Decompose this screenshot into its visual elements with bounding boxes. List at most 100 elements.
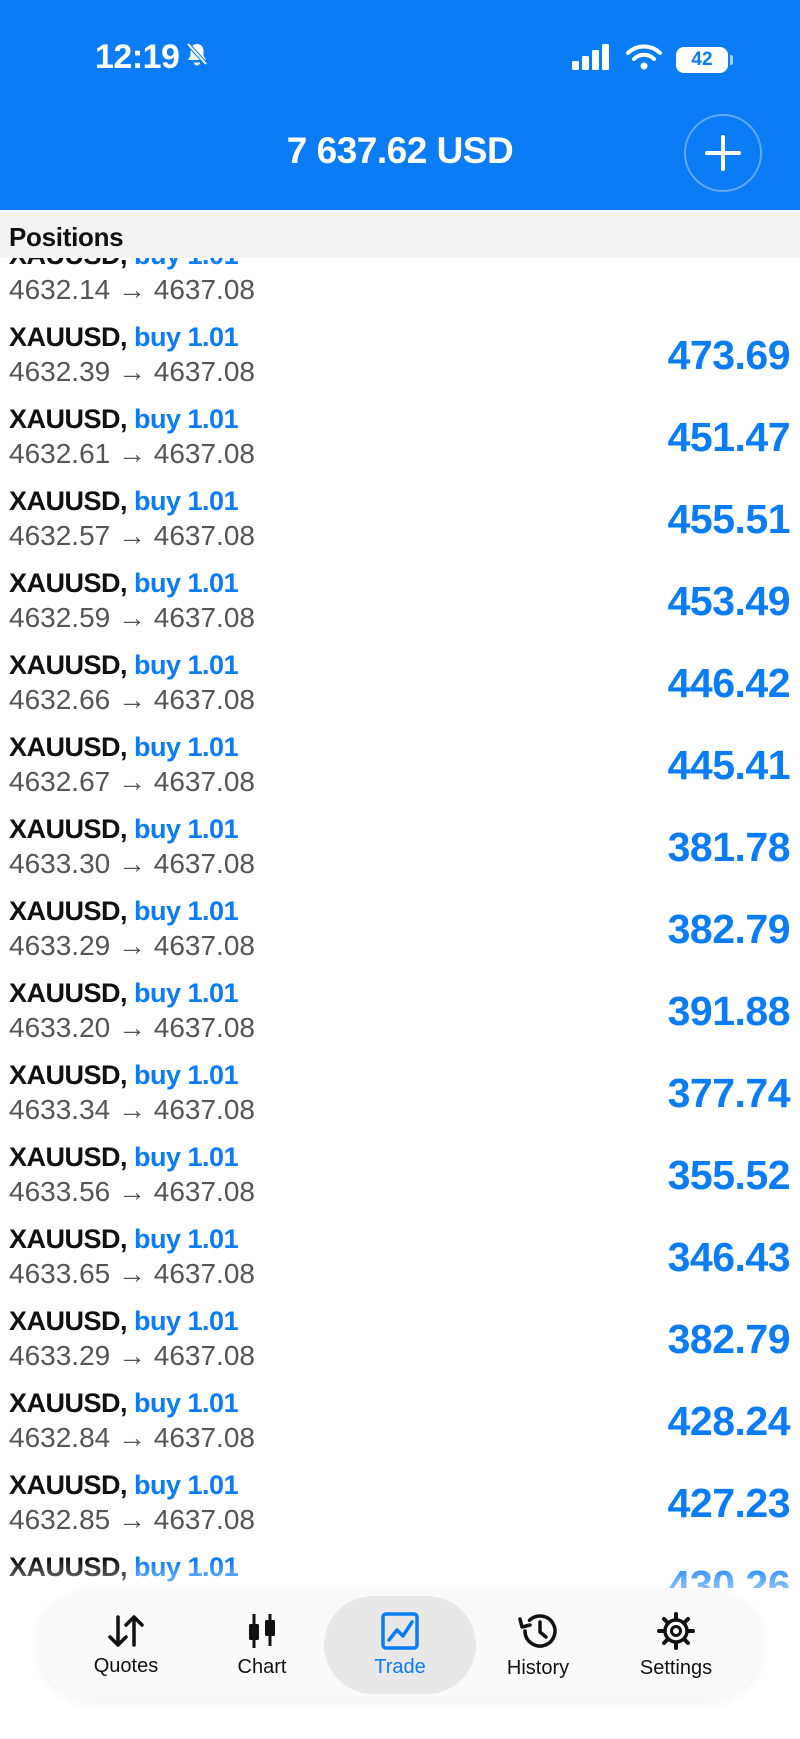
tab-trade[interactable]: Trade — [324, 1596, 476, 1694]
position-title: XAUUSD, buy 1.01 — [9, 1470, 239, 1501]
position-symbol: XAUUSD, — [9, 978, 128, 1008]
position-side-volume: buy 1.01 — [134, 896, 239, 926]
position-symbol: XAUUSD, — [9, 1224, 128, 1254]
position-row[interactable]: XAUUSD, buy 1.01 4633.65 → 4637.08 346.43 — [0, 1202, 800, 1289]
position-row[interactable]: XAUUSD, buy 1.01 4633.30 → 4637.08 381.78 — [0, 792, 800, 879]
positions-list[interactable]: XAUUSD, buy 1.014632.14 → 4637.08XAUUSD,… — [0, 258, 800, 1588]
quotes-arrows-icon — [108, 1614, 144, 1647]
position-title: XAUUSD, buy 1.01 — [9, 650, 239, 681]
status-time-text: 12:19 — [95, 38, 180, 76]
positions-section-header: Positions — [0, 210, 800, 258]
position-symbol: XAUUSD, — [9, 322, 128, 352]
position-row[interactable]: XAUUSD, buy 1.01 4632.59 → 4637.08 453.49 — [0, 546, 800, 633]
plus-icon — [705, 135, 741, 171]
position-side-volume: buy 1.01 — [134, 486, 239, 516]
position-profit: 382.79 — [667, 906, 791, 952]
position-side-volume: buy 1.01 — [134, 1306, 239, 1336]
position-side-volume: buy 1.01 — [134, 1224, 239, 1254]
position-title: XAUUSD, buy 1.01 — [9, 1388, 239, 1419]
history-clock-icon — [518, 1613, 557, 1648]
position-title: XAUUSD, buy 1.01 — [9, 486, 239, 517]
battery-level: 42 — [691, 48, 713, 70]
tab-label-quotes: Quotes — [93, 1654, 159, 1677]
position-side-volume: buy 1.01 — [134, 978, 239, 1008]
tab-settings[interactable]: Settings — [600, 1596, 752, 1694]
position-symbol: XAUUSD, — [9, 258, 128, 270]
position-title: XAUUSD, buy 1.01 — [9, 258, 239, 271]
position-profit: 446.42 — [667, 660, 791, 706]
candlestick-icon — [249, 1613, 275, 1648]
position-title: XAUUSD, buy 1.01 — [9, 1224, 239, 1255]
position-symbol: XAUUSD, — [9, 896, 128, 926]
position-row[interactable]: XAUUSD, buy 1.01 4633.29 → 4637.08 382.79 — [0, 1284, 800, 1371]
tab-label-trade: Trade — [374, 1655, 426, 1678]
status-bar-indicators: 42 — [572, 44, 733, 75]
position-title: XAUUSD, buy 1.01 — [9, 322, 239, 353]
position-side-volume: buy 1.01 — [134, 1060, 239, 1090]
position-side-volume: buy 1.01 — [134, 1142, 239, 1172]
position-profit: 382.79 — [667, 1316, 791, 1362]
position-side-volume: buy 1.01 — [134, 322, 239, 352]
app-header: 12:19 42 7 637.62 USD — [0, 0, 800, 210]
position-row[interactable]: XAUUSD, buy 1.01 4632.39 → 4637.08 473.69 — [0, 300, 800, 387]
tab-history[interactable]: History — [462, 1596, 614, 1694]
position-row[interactable]: XAUUSD, buy 1.01 4633.29 → 4637.08 382.79 — [0, 874, 800, 961]
position-row[interactable]: XAUUSD, buy 1.01 4632.85 → 4637.08 427.23 — [0, 1448, 800, 1535]
position-side-volume: buy 1.01 — [134, 258, 239, 270]
position-side-volume: buy 1.01 — [134, 1470, 239, 1500]
position-symbol: XAUUSD, — [9, 1306, 128, 1336]
tab-bar: Quotes Chart Trade History Settings — [38, 1590, 762, 1700]
tab-quotes[interactable]: Quotes — [50, 1596, 202, 1694]
position-profit: 381.78 — [667, 824, 791, 870]
position-symbol: XAUUSD, — [9, 568, 128, 598]
position-row[interactable]: XAUUSD, buy 1.01 4632.66 → 4637.08 446.42 — [0, 628, 800, 715]
position-side-volume: buy 1.01 — [134, 814, 239, 844]
position-symbol: XAUUSD, — [9, 814, 128, 844]
trade-chart-icon — [381, 1611, 419, 1650]
position-side-volume: buy 1.01 — [134, 568, 239, 598]
position-title: XAUUSD, buy 1.01 — [9, 1060, 239, 1091]
position-profit: 355.52 — [667, 1152, 791, 1198]
wifi-icon — [626, 44, 662, 75]
tab-label-settings: Settings — [639, 1656, 713, 1679]
tab-label-history: History — [506, 1656, 570, 1679]
position-row[interactable]: XAUUSD, buy 1.01 4632.84 → 4637.08 428.24 — [0, 1366, 800, 1453]
position-symbol: XAUUSD, — [9, 650, 128, 680]
position-profit: 377.74 — [667, 1070, 791, 1116]
position-profit: 391.88 — [667, 988, 791, 1034]
position-row[interactable]: XAUUSD, buy 1.01 4632.67 → 4637.08 445.41 — [0, 710, 800, 797]
position-profit: 453.49 — [667, 578, 791, 624]
position-profit: 451.47 — [667, 414, 791, 460]
position-row[interactable]: XAUUSD, buy 1.01 4633.20 → 4637.08 391.88 — [0, 956, 800, 1043]
new-order-button[interactable] — [684, 114, 762, 192]
position-row[interactable]: XAUUSD, buy 1.01 4633.56 → 4637.08 355.52 — [0, 1120, 800, 1207]
position-title: XAUUSD, buy 1.01 — [9, 404, 239, 435]
status-bar-time: 12:19 — [95, 38, 209, 77]
position-row[interactable]: XAUUSD, buy 1.01 4632.57 → 4637.08 455.51 — [0, 464, 800, 551]
position-symbol: XAUUSD, — [9, 1470, 128, 1500]
position-symbol: XAUUSD, — [9, 1388, 128, 1418]
position-title: XAUUSD, buy 1.01 — [9, 568, 239, 599]
position-side-volume: buy 1.01 — [134, 732, 239, 762]
tab-chart[interactable]: Chart — [186, 1596, 338, 1694]
position-row[interactable]: XAUUSD, buy 1.01 4632.61 → 4637.08 451.47 — [0, 382, 800, 469]
position-row[interactable]: XAUUSD, buy 1.01 4633.34 → 4637.08 377.74 — [0, 1038, 800, 1125]
gear-icon — [657, 1611, 695, 1650]
position-profit: 473.69 — [667, 332, 791, 378]
position-side-volume: buy 1.01 — [134, 650, 239, 680]
position-title: XAUUSD, buy 1.01 — [9, 1306, 239, 1337]
bell-muted-icon — [185, 38, 209, 77]
position-symbol: XAUUSD, — [9, 1142, 128, 1172]
position-symbol: XAUUSD, — [9, 486, 128, 516]
position-title: XAUUSD, buy 1.01 — [9, 896, 239, 927]
position-symbol: XAUUSD, — [9, 404, 128, 434]
battery-icon: 42 — [676, 46, 733, 73]
section-title: Positions — [9, 222, 124, 252]
position-symbol: XAUUSD, — [9, 1060, 128, 1090]
position-title: XAUUSD, buy 1.01 — [9, 814, 239, 845]
tab-label-chart: Chart — [237, 1655, 287, 1678]
position-side-volume: buy 1.01 — [134, 404, 239, 434]
position-profit: 427.23 — [667, 1480, 791, 1526]
position-row[interactable]: XAUUSD, buy 1.014632.14 → 4637.08 — [0, 258, 800, 305]
position-title: XAUUSD, buy 1.01 — [9, 1142, 239, 1173]
